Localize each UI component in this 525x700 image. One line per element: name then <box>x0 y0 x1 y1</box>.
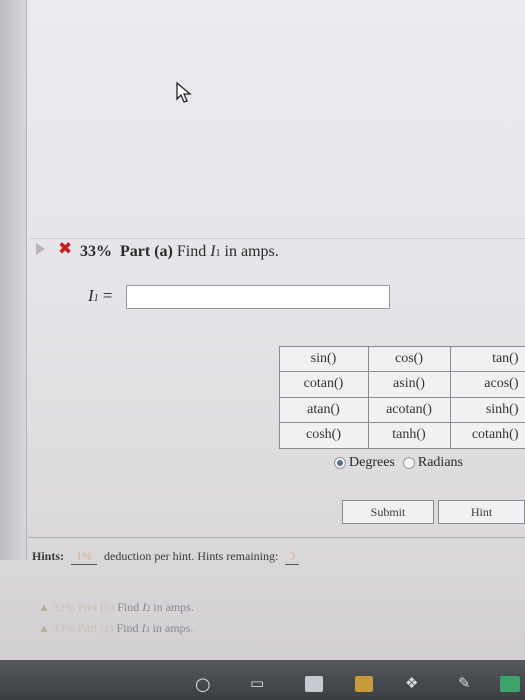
question-prompt-pre: Find <box>176 243 211 260</box>
fn-tan-button[interactable]: tan() <box>449 345 525 372</box>
radians-label: Radians <box>417 455 463 470</box>
app-icon-green[interactable] <box>500 676 520 692</box>
radians-radio[interactable] <box>402 457 415 469</box>
answer-label: I1 = <box>88 286 113 306</box>
fn-cotan-button[interactable]: cotan() <box>278 371 369 398</box>
hint-deduction-text: deduction per hint. Hints remaining: <box>104 549 279 563</box>
question-percent: 33% <box>80 243 112 260</box>
hints-remaining-value: 3 <box>285 549 300 565</box>
warning-triangle-icon: ▲ <box>38 621 50 635</box>
fn-cosh-button[interactable]: cosh() <box>278 422 369 449</box>
question-title: 33% Part (a) Find I1 in amps. <box>80 243 279 261</box>
fn-acos-button[interactable]: acos() <box>449 371 525 398</box>
fn-asin-button[interactable]: asin() <box>367 371 451 398</box>
fn-tanh-button[interactable]: tanh() <box>367 422 451 449</box>
part-c-find: Find <box>116 621 142 635</box>
part-b-row[interactable]: ▲ 33% Part (b) Find I2 in amps. <box>38 600 194 615</box>
function-keypad: sin() cos() tan() cotan() asin() acos() … <box>278 345 525 449</box>
part-b-post: in amps. <box>150 600 194 614</box>
part-c-part: Part (c) <box>77 621 114 635</box>
submit-button[interactable]: Submit <box>342 500 434 524</box>
answer-label-eq: = <box>98 286 113 305</box>
browser-left-edge <box>0 0 27 560</box>
part-c-percent: 33% <box>52 621 75 635</box>
answer-input[interactable] <box>126 285 390 309</box>
app-icon[interactable] <box>305 676 323 692</box>
question-prompt-post: in amps. <box>220 243 279 260</box>
search-circle-icon[interactable]: ○ <box>195 674 211 695</box>
folder-icon[interactable] <box>355 676 373 692</box>
fn-cotanh-button[interactable]: cotanh() <box>449 422 525 449</box>
play-triangle-icon[interactable] <box>36 243 45 255</box>
hint-button[interactable]: Hint <box>438 500 525 524</box>
fn-cos-button[interactable]: cos() <box>367 345 451 372</box>
part-c-post: in amps. <box>149 621 194 635</box>
degrees-radio[interactable] <box>334 457 346 469</box>
mouse-pointer-icon <box>176 82 192 103</box>
part-b-part: Part (b) <box>77 600 115 614</box>
part-b-percent: 33% <box>52 600 75 614</box>
dropbox-icon[interactable]: ❖ <box>405 674 418 692</box>
part-b-find: Find <box>117 600 143 614</box>
question-part: Part (a) <box>120 243 173 260</box>
fn-atan-button[interactable]: atan() <box>278 396 369 423</box>
part-c-row[interactable]: ▲ 33% Part (c) Find I3 in amps. <box>38 621 193 636</box>
angle-unit-selector: Degrees Radians <box>334 455 471 471</box>
degrees-label: Degrees <box>349 455 395 470</box>
hints-info: Hints: 1% deduction per hint. Hints rema… <box>32 549 303 565</box>
fn-sinh-button[interactable]: sinh() <box>449 396 525 423</box>
hints-label: Hints: <box>32 549 65 563</box>
fn-acotan-button[interactable]: acotan() <box>367 396 451 423</box>
task-view-icon[interactable]: ▭ <box>250 674 264 692</box>
hint-deduction-value: 1% <box>71 549 98 565</box>
feather-icon[interactable]: ✎ <box>458 674 471 692</box>
fn-sin-button[interactable]: sin() <box>278 345 369 372</box>
divider <box>30 271 525 272</box>
x-mark-icon: ✖ <box>58 239 73 259</box>
warning-triangle-icon: ▲ <box>38 600 50 614</box>
